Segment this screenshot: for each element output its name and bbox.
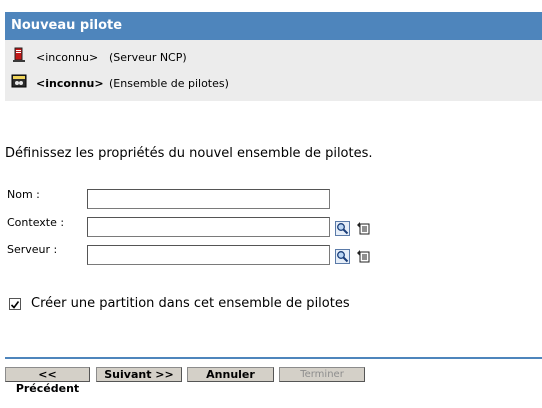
checkmark-icon [10,301,20,309]
previous-button[interactable]: << Précédent [5,367,90,395]
server-history-icon[interactable] [356,249,371,264]
dialog-title: Nouveau pilote [11,18,123,33]
driverset-name: <inconnu> [36,77,104,90]
driverset-info-row: <inconnu> (Ensemble de pilotes) [5,73,542,93]
server-name: <inconnu> [36,51,99,64]
partition-checkbox[interactable] [9,298,21,310]
name-label: Nom : [7,188,40,201]
driverset-icon [11,74,27,88]
server-browse-icon[interactable] [335,249,350,264]
finish-button[interactable]: Terminer [279,367,365,382]
context-input[interactable] [87,217,330,237]
name-input[interactable] [87,189,330,209]
dialog-header: Nouveau pilote [5,12,542,40]
server-input[interactable] [87,245,330,265]
intro-text: Définissez les propriétés du nouvel ense… [5,146,373,161]
context-browse-icon[interactable] [335,221,350,236]
server-label: Serveur : [7,243,58,256]
next-button[interactable]: Suivant >> [96,367,182,382]
context-label: Contexte : [7,216,65,229]
server-icon [13,47,25,62]
server-info-row: <inconnu> (Serveur NCP) [5,47,542,67]
context-history-icon[interactable] [356,221,371,236]
driverset-type: (Ensemble de pilotes) [109,77,229,90]
info-panel: <inconnu> (Serveur NCP) <inconnu> (Ensem… [5,40,542,101]
server-type: (Serveur NCP) [109,51,187,64]
cancel-button[interactable]: Annuler [187,367,274,382]
partition-checkbox-label: Créer une partition dans cet ensemble de… [31,296,350,311]
footer-divider [5,357,542,359]
